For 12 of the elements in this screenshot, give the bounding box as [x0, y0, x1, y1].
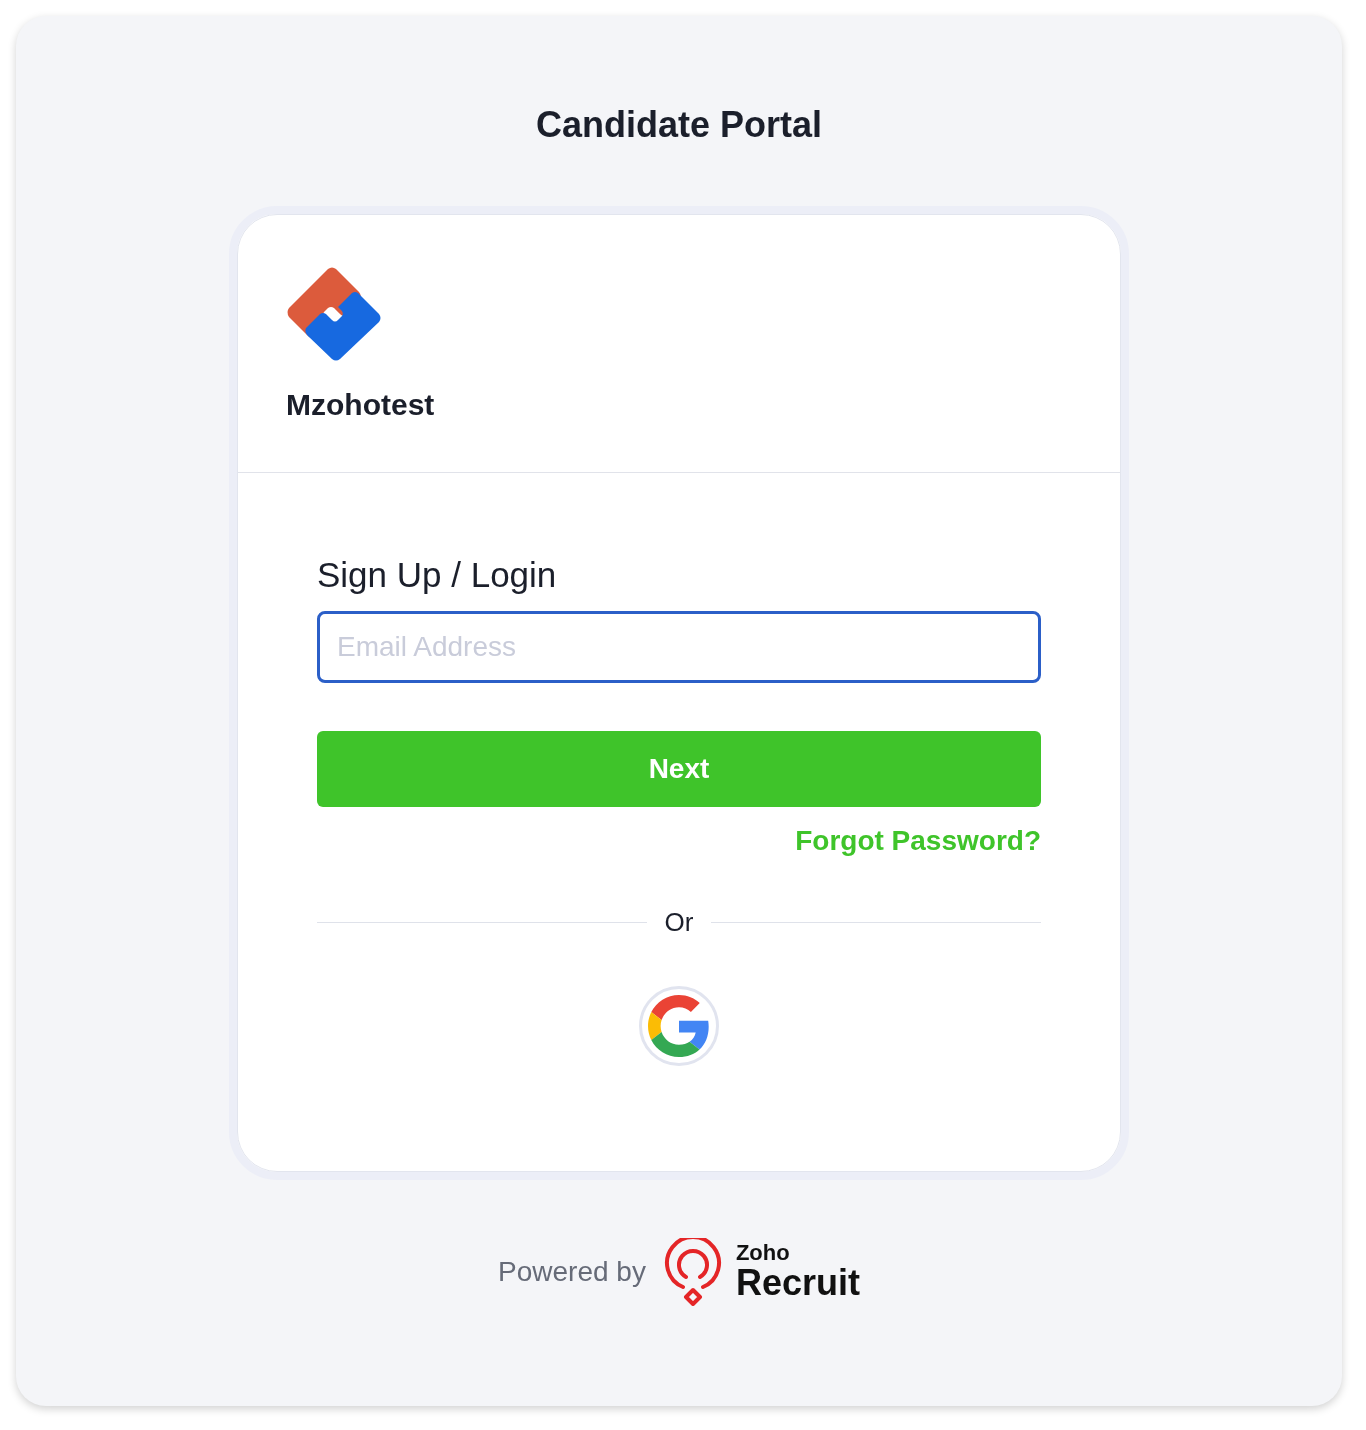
company-logo-icon: [286, 266, 382, 362]
form-heading: Sign Up / Login: [317, 554, 558, 596]
brand-name: Zoho: [735, 1242, 791, 1264]
product-name: Recruit: [735, 1264, 860, 1302]
next-button[interactable]: Next: [317, 731, 1041, 807]
google-g-icon: [648, 995, 710, 1057]
powered-by-label: Powered by: [498, 1255, 646, 1289]
divider-label: Or: [664, 906, 694, 939]
location-ring-logo-icon: [663, 1238, 722, 1306]
page-title: Candidate Portal: [535, 103, 823, 147]
company-name: Mzohotest: [286, 387, 435, 423]
forgot-password-link[interactable]: Forgot Password?: [795, 824, 1041, 858]
